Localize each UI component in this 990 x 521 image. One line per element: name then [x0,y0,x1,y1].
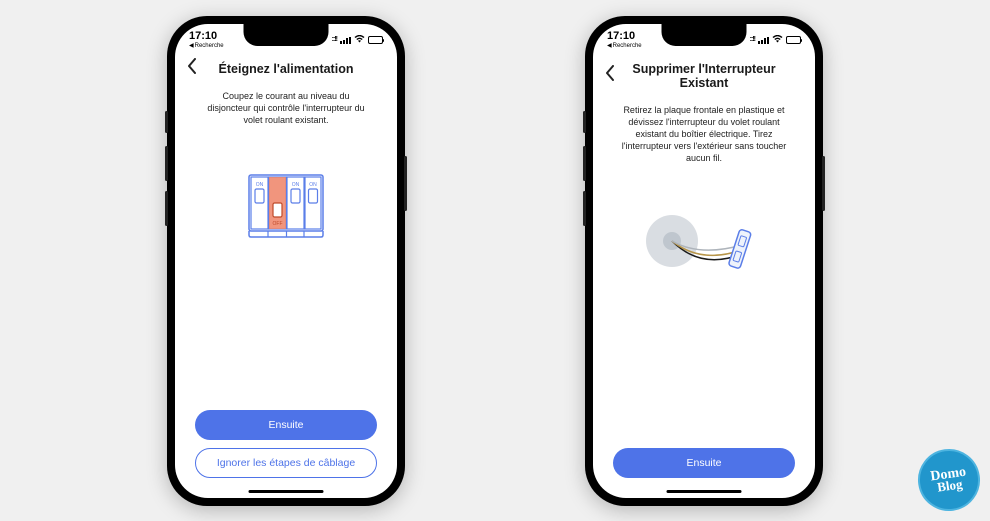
breadcrumb-back[interactable]: ◀ Recherche [607,43,642,49]
cellular-signal-icon [758,36,769,44]
battery-icon [786,36,801,44]
status-time: 17:10 [189,31,217,42]
phone-volume-up [165,146,168,181]
svg-text:ON: ON [309,182,317,188]
page-title: Éteignez l'alimentation [187,62,385,76]
status-time: 17:10 [607,31,635,42]
phone-mockup-right: 17:10 ◀ Recherche ::!! Supprimer l'Inter… [585,16,823,506]
home-indicator[interactable] [667,490,742,493]
instruction-text: Coupez le courant au niveau du disjoncte… [197,90,375,126]
next-button[interactable]: Ensuite [195,410,377,440]
home-indicator[interactable] [249,490,324,493]
site-logo-badge: Domo Blog [914,445,984,515]
notch [662,24,747,46]
content-area: Coupez le courant au niveau du disjoncte… [175,84,397,410]
skip-wiring-button[interactable]: Ignorer les étapes de câblage [195,448,377,478]
phone-volume-down [165,191,168,226]
notch [244,24,329,46]
phone-mute-switch [583,111,586,133]
next-button[interactable]: Ensuite [613,448,795,478]
svg-text:ON: ON [256,182,264,188]
phone-power-button [822,156,825,211]
phone-mute-switch [165,111,168,133]
circuit-breaker-illustration: ON ON ON OFF [247,156,325,251]
wifi-icon [354,35,365,45]
page-title: Supprimer l'Interrupteur Existant [605,62,803,90]
phone-mockup-left: 17:10 ◀ Recherche ::!! Éteignez l'alimen… [167,16,405,506]
footer-actions: Ensuite Ignorer les étapes de câblage [175,410,397,498]
instruction-text: Retirez la plaque frontale en plastique … [615,104,793,165]
back-button[interactable] [187,58,197,79]
screen: 17:10 ◀ Recherche ::!! Supprimer l'Inter… [593,24,815,498]
phone-volume-up [583,146,586,181]
screen: 17:10 ◀ Recherche ::!! Éteignez l'alimen… [175,24,397,498]
carrier-indicator-icon: ::!! [750,36,755,43]
page-header: Supprimer l'Interrupteur Existant [593,56,815,98]
content-area: Retirez la plaque frontale en plastique … [593,98,815,448]
phone-power-button [404,156,407,211]
breadcrumb-back[interactable]: ◀ Recherche [189,43,224,49]
logo-text-2: Blog [937,479,964,493]
battery-icon [368,36,383,44]
wifi-icon [772,35,783,45]
svg-text:ON: ON [292,182,300,188]
remove-switch-illustration [642,194,767,289]
cellular-signal-icon [340,36,351,44]
page-header: Éteignez l'alimentation [175,56,397,84]
back-button[interactable] [605,65,615,86]
carrier-indicator-icon: ::!! [332,36,337,43]
svg-text:OFF: OFF [273,221,283,227]
phone-volume-down [583,191,586,226]
